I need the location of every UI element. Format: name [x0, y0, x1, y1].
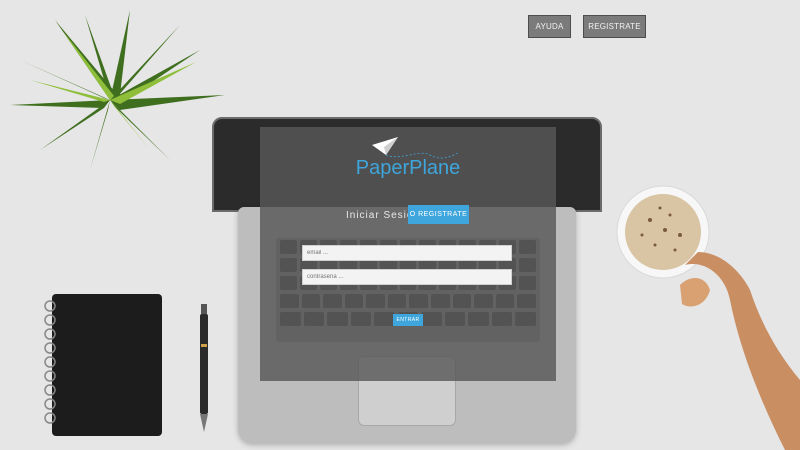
brand-logo-text: PaperPlane	[355, 157, 461, 179]
login-submit-button[interactable]: ENTRAR	[393, 314, 423, 326]
notebook-image	[44, 294, 162, 436]
tab-register[interactable]: O REGISTRATE	[408, 205, 469, 224]
email-input[interactable]	[302, 245, 512, 261]
plant-image	[10, 10, 225, 170]
coffee-cup-image	[616, 185, 800, 450]
login-panel: PaperPlane Iniciar Sesion O REGISTRATE E…	[260, 127, 556, 381]
help-button[interactable]: AYUDA	[528, 15, 571, 38]
password-input[interactable]	[302, 269, 512, 285]
register-button[interactable]: REGISTRATE	[583, 15, 646, 38]
pen-image	[200, 304, 208, 432]
